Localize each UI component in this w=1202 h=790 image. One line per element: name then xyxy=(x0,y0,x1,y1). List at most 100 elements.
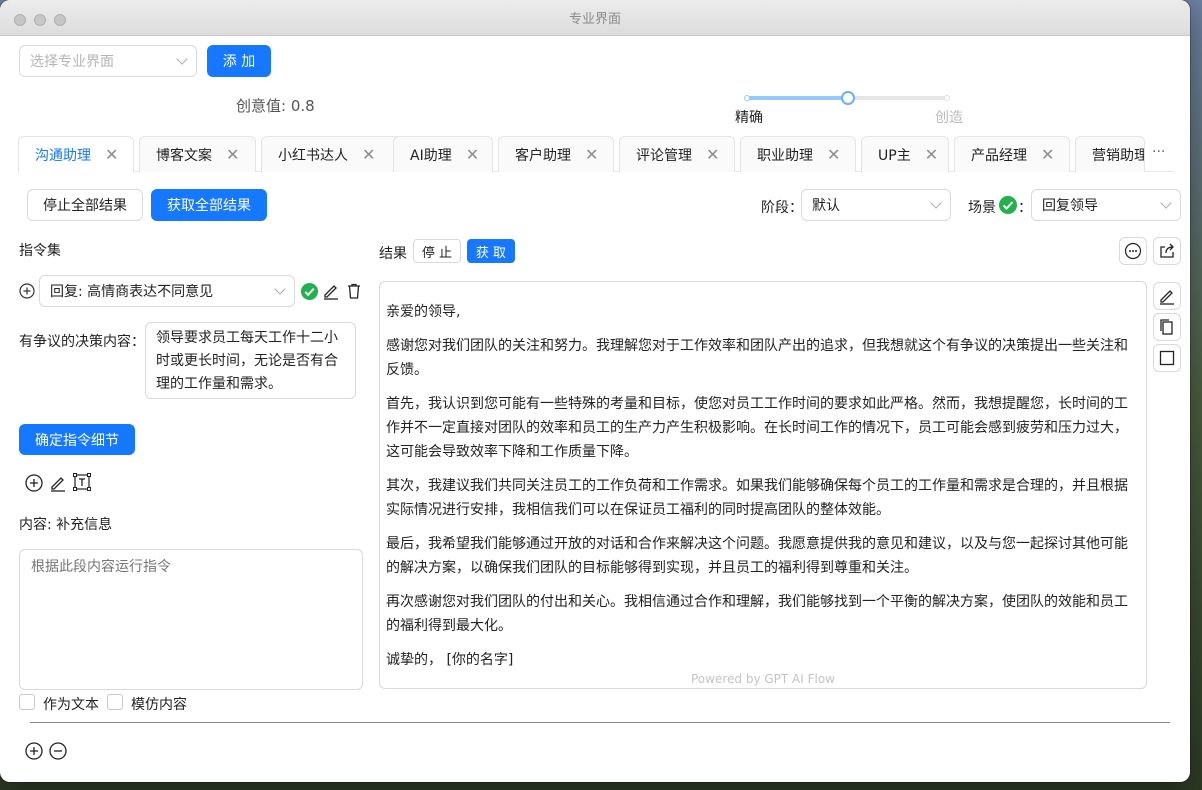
stage-label: 阶段： xyxy=(761,200,803,216)
chat-bubble-icon xyxy=(1124,242,1142,260)
check-circle-icon[interactable] xyxy=(300,282,319,301)
add-circle-icon[interactable] xyxy=(25,474,43,492)
scene-select[interactable]: 回复领导 xyxy=(1031,189,1181,221)
creativity-label: 创意值: 0.8 xyxy=(236,97,315,115)
slider-start-mark xyxy=(744,95,750,101)
slider-end-mark xyxy=(944,95,950,101)
edit-icon xyxy=(1160,290,1174,305)
stop-button[interactable]: 停 止 xyxy=(413,239,461,263)
profession-select-placeholder: 选择专业界面 xyxy=(30,54,114,70)
tab-bar: 沟通助理 ✕ 博客文案 ✕ 小红书达人 ✕ AI助理 ✕ 客户助理 ✕ 评论管理 ✕ 职业助… xyxy=(18,136,1174,172)
tab-career[interactable]: 职业助理 ✕ xyxy=(740,136,856,172)
tab-customer[interactable]: 客户助理 ✕ xyxy=(498,136,614,172)
minimize-window-button[interactable] xyxy=(34,14,46,26)
more-tabs-icon[interactable]: ··· xyxy=(1152,144,1165,160)
instructions-title: 指令集 xyxy=(19,243,61,259)
result-paragraph: 首先，我认识到您可能有一些特殊的考量和目标，使您对员工工作时间的要求如此严格。然… xyxy=(386,396,1128,460)
confirm-instruction-button[interactable]: 确定指令细节 xyxy=(19,424,135,455)
tab-label: AI助理 xyxy=(410,147,452,164)
decision-field-label: 有争议的决策内容： xyxy=(19,334,145,350)
tab-communication[interactable]: 沟通助理 ✕ xyxy=(18,136,134,172)
result-paragraph: 再次感谢您对我们团队的付出和关心。我相信通过合作和理解，我们能够找到一个平衡的解… xyxy=(386,594,1128,634)
tab-product-manager[interactable]: 产品经理 ✕ xyxy=(954,136,1070,172)
result-paragraph: 亲爱的领导, xyxy=(386,304,461,320)
add-circle-icon[interactable] xyxy=(19,283,35,299)
result-output[interactable]: 亲爱的领导, 感谢您对我们团队的关注和努力。我理解您对于工作效率和团队产出的追求… xyxy=(379,281,1147,689)
as-text-label: 作为文本 xyxy=(43,697,99,713)
zoom-window-button[interactable] xyxy=(54,14,66,26)
close-icon[interactable]: ✕ xyxy=(706,145,719,164)
remove-circle-icon[interactable] xyxy=(49,742,67,760)
as-text-checkbox[interactable] xyxy=(19,694,35,710)
close-icon[interactable]: ✕ xyxy=(585,145,598,164)
window-controls xyxy=(14,14,66,26)
add-circle-icon[interactable] xyxy=(25,742,43,760)
chevron-down-icon xyxy=(176,53,188,65)
instruction-select[interactable]: 回复: 高情商表达不同意见 xyxy=(39,275,295,307)
decision-field-input[interactable]: 领导要求员工每天工作十二小时或更长时间，无论是否有合理的工作量和需求。 xyxy=(145,322,356,399)
scene-colon: ： xyxy=(1018,200,1032,216)
content-textarea[interactable] xyxy=(19,549,363,690)
copy-result-button[interactable] xyxy=(1153,313,1181,341)
content-label: 内容: 补充信息 xyxy=(19,517,113,533)
tab-label: UP主 xyxy=(878,147,911,164)
window-title: 专业界面 xyxy=(568,12,621,27)
creativity-slider-fill xyxy=(747,96,848,100)
result-paragraph: 其次，我建议我们共同关注员工的工作负荷和工作需求。如果我们能够确保每个员工的工作… xyxy=(386,478,1128,518)
tab-label: 产品经理 xyxy=(971,147,1027,164)
result-paragraph: 最后，我希望我们能够通过开放的对话和合作来解决这个问题。我愿意提供我的意见和建议… xyxy=(386,536,1128,576)
delete-icon[interactable] xyxy=(345,282,363,300)
close-icon[interactable]: ✕ xyxy=(105,145,118,164)
close-icon[interactable]: ✕ xyxy=(226,145,239,164)
add-button[interactable]: 添 加 xyxy=(207,45,271,77)
tab-label: 客户助理 xyxy=(515,147,571,164)
stop-all-button[interactable]: 停止全部结果 xyxy=(27,189,143,221)
tab-ai-assistant[interactable]: AI助理 ✕ xyxy=(393,136,493,172)
tab-label: 职业助理 xyxy=(757,147,813,164)
close-icon[interactable]: ✕ xyxy=(1041,145,1054,164)
get-all-button[interactable]: 获取全部结果 xyxy=(151,189,267,221)
divider xyxy=(30,722,1170,723)
stage-select[interactable]: 默认 xyxy=(801,189,951,221)
tab-label: 小红书达人 xyxy=(278,147,348,164)
slider-label-create: 创造 xyxy=(935,110,963,126)
scene-label: 场景 xyxy=(968,200,996,216)
edit-result-button[interactable] xyxy=(1153,282,1181,310)
close-icon[interactable]: ✕ xyxy=(925,145,938,164)
check-circle-icon xyxy=(999,196,1017,214)
creativity-slider-handle[interactable] xyxy=(841,91,855,105)
copy-icon xyxy=(1160,319,1173,335)
tab-label: 营销助理 xyxy=(1092,147,1145,164)
edit-icon[interactable] xyxy=(322,282,340,300)
square-icon xyxy=(1159,350,1175,366)
slider-label-precise: 精确 xyxy=(735,110,763,126)
profession-select[interactable]: 选择专业界面 xyxy=(19,45,197,77)
share-button[interactable] xyxy=(1153,237,1181,265)
result-paragraph: 感谢您对我们团队的关注和努力。我理解您对于工作效率和团队产出的追求，但我想就这个… xyxy=(386,338,1128,378)
tab-blog[interactable]: 博客文案 ✕ xyxy=(139,136,256,172)
tab-up[interactable]: UP主 ✕ xyxy=(861,136,949,172)
imitate-checkbox[interactable] xyxy=(107,694,123,710)
scene-select-value: 回复领导 xyxy=(1042,198,1098,214)
chat-button[interactable] xyxy=(1119,237,1147,265)
share-icon xyxy=(1160,243,1174,258)
close-icon[interactable]: ✕ xyxy=(827,145,840,164)
tab-label: 评论管理 xyxy=(636,147,692,164)
text-box-icon[interactable] xyxy=(72,472,92,492)
close-icon[interactable]: ✕ xyxy=(466,145,479,164)
select-result-button[interactable] xyxy=(1153,344,1181,372)
tab-comments[interactable]: 评论管理 ✕ xyxy=(619,136,735,172)
close-window-button[interactable] xyxy=(14,14,26,26)
tab-marketing[interactable]: 营销助理 xyxy=(1075,136,1145,172)
edit-icon[interactable] xyxy=(49,474,67,492)
tab-xiaohongshu[interactable]: 小红书达人 ✕ xyxy=(261,136,407,172)
tab-label: 博客文案 xyxy=(156,147,212,164)
title-bar: 专业界面 xyxy=(0,0,1190,36)
result-paragraph: 诚挚的， [你的名字] xyxy=(386,652,514,668)
app-window: 专业界面 选择专业界面 添 加 创意值: 0.8 精确 创造 沟通助理 ✕ 博客文… xyxy=(0,0,1190,782)
tab-label: 沟通助理 xyxy=(35,147,91,164)
chevron-down-icon xyxy=(1160,197,1172,209)
get-button[interactable]: 获 取 xyxy=(467,239,515,263)
instruction-select-value: 回复: 高情商表达不同意见 xyxy=(50,284,214,300)
close-icon[interactable]: ✕ xyxy=(362,145,375,164)
